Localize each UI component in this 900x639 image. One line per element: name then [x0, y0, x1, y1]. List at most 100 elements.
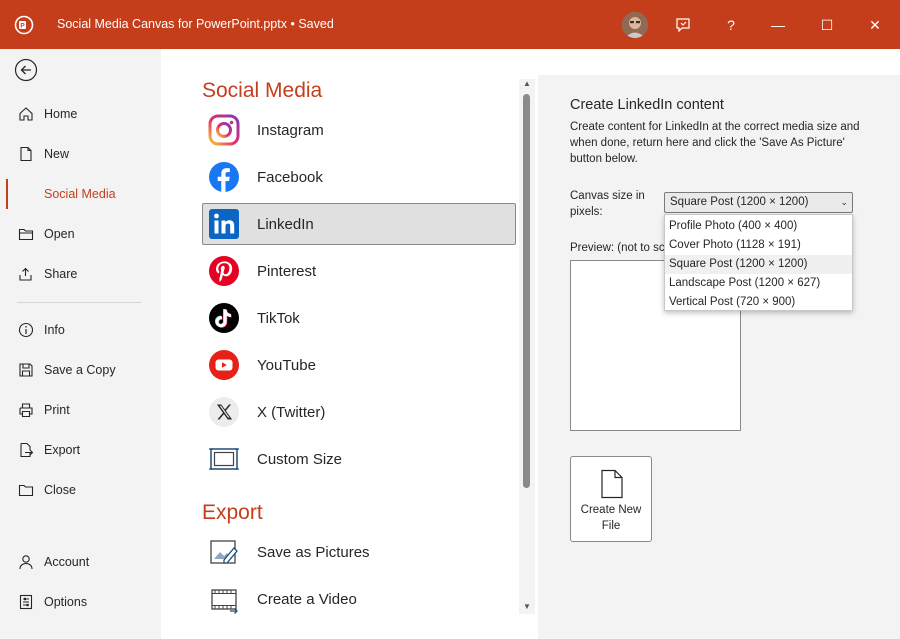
save-copy-icon [17, 361, 35, 379]
sidebar-item-label: Export [44, 443, 81, 457]
share-icon [17, 265, 35, 283]
sidebar-item-new[interactable]: New [0, 136, 161, 172]
sidebar-item-options[interactable]: Options [0, 584, 161, 620]
list-item-label: Custom Size [257, 450, 343, 468]
svg-text:P: P [20, 23, 25, 30]
powerpoint-logo-icon: P [14, 15, 34, 35]
export-heading: Export [202, 501, 263, 524]
list-item-label: TikTok [257, 309, 300, 327]
sidebar-item-label: Account [44, 555, 90, 569]
scrollbar-thumb[interactable] [523, 94, 530, 488]
minimize-button[interactable]: — [763, 10, 793, 40]
create-new-file-button[interactable]: Create New File [570, 456, 652, 542]
list-item-label: X (Twitter) [257, 403, 326, 421]
sidebar-item-label: Save a Copy [44, 363, 116, 377]
tiktok-icon [208, 302, 240, 334]
scroll-up-arrow-icon[interactable]: ▲ [521, 79, 533, 89]
list-item-tiktok[interactable]: TikTok [202, 297, 516, 339]
scroll-down-arrow-icon[interactable]: ▼ [521, 602, 533, 612]
avatar-photo-icon [622, 12, 648, 38]
dropdown-option[interactable]: Vertical Post (720 × 900) [665, 293, 852, 312]
sidebar-divider [17, 302, 141, 303]
title-bar: P Social Media Canvas for PowerPoint.ppt… [0, 0, 900, 49]
list-item-label: Save as Pictures [257, 543, 370, 561]
close-button[interactable]: ✕ [860, 10, 890, 40]
custom-size-icon [208, 443, 240, 475]
sidebar-item-home[interactable]: Home [0, 96, 161, 132]
new-doc-icon [17, 145, 35, 163]
social-media-heading: Social Media [202, 79, 323, 102]
sidebar-item-label: Close [44, 483, 76, 497]
sidebar-item-label: Home [44, 107, 78, 121]
sidebar-item-info[interactable]: Info [0, 312, 161, 348]
new-file-icon [601, 469, 623, 499]
print-icon [17, 401, 35, 419]
list-item-custom-size[interactable]: Custom Size [202, 438, 516, 480]
save-status: Saved [298, 17, 334, 31]
sidebar-item-label: Info [44, 323, 65, 337]
dropdown-option[interactable]: Profile Photo (400 × 400) [665, 217, 852, 236]
canvas-size-select[interactable]: Square Post (1200 × 1200) ⌄ [664, 192, 853, 213]
dropdown-option[interactable]: Cover Photo (1128 × 191) [665, 236, 852, 255]
info-icon [17, 321, 35, 339]
avatar[interactable] [622, 12, 648, 38]
sidebar-item-print[interactable]: Print [0, 392, 161, 428]
list-item-linkedin[interactable]: LinkedIn [202, 203, 516, 245]
folder-icon [17, 225, 35, 243]
list-item-pinterest[interactable]: Pinterest [202, 250, 516, 292]
instagram-icon [208, 114, 240, 146]
title-separator: • [290, 17, 295, 31]
maximize-button[interactable]: ☐ [812, 10, 842, 40]
dropdown-option-selected[interactable]: Square Post (1200 × 1200) [665, 255, 852, 274]
sidebar-item-account[interactable]: Account [0, 544, 161, 580]
canvas-size-label: Canvas size in pixels: [570, 190, 645, 218]
pinterest-icon [208, 255, 240, 287]
sidebar-item-close[interactable]: Close [0, 472, 161, 508]
detail-pane: Create LinkedIn content Create content f… [538, 75, 900, 639]
list-item-youtube[interactable]: YouTube [202, 344, 516, 386]
list-item-save-as-pictures[interactable]: Save as Pictures [202, 531, 516, 573]
video-icon [208, 583, 240, 615]
back-arrow-icon[interactable] [14, 58, 38, 82]
sidebar-item-save-a-copy[interactable]: Save a Copy [0, 352, 161, 388]
backstage-sidebar: Home New Social Media Open Share Info Sa… [0, 49, 161, 639]
list-item-instagram[interactable]: Instagram [202, 109, 516, 151]
list-item-facebook[interactable]: Facebook [202, 156, 516, 198]
sidebar-item-label: Social Media [44, 187, 116, 201]
sidebar-item-export[interactable]: Export [0, 432, 161, 468]
sidebar-item-label: New [44, 147, 70, 161]
comments-icon[interactable] [668, 10, 698, 40]
x-icon [208, 396, 240, 428]
sidebar-item-label: Share [44, 267, 78, 281]
canvas-size-value: Square Post (1200 × 1200) [670, 196, 809, 208]
sidebar-item-label: Options [44, 595, 88, 609]
detail-heading: Create LinkedIn content [570, 97, 724, 113]
preview-label: Preview: (not to sc [570, 242, 665, 254]
sidebar-item-label: Open [44, 227, 75, 241]
help-icon[interactable]: ? [716, 10, 746, 40]
sidebar-item-share[interactable]: Share [0, 256, 161, 292]
list-item-x-twitter[interactable]: X (Twitter) [202, 391, 516, 433]
dropdown-option[interactable]: Landscape Post (1200 × 627) [665, 274, 852, 293]
sidebar-item-label: Print [44, 403, 70, 417]
export-icon [17, 441, 35, 459]
document-name: Social Media Canvas for PowerPoint.pptx [57, 17, 287, 31]
list-item-label: Create a Video [257, 590, 357, 608]
detail-description: Create content for LinkedIn at the corre… [570, 121, 860, 165]
list-item-label: Facebook [257, 168, 323, 186]
canvas-size-dropdown: Profile Photo (400 × 400) Cover Photo (1… [664, 214, 853, 311]
list-item-label: LinkedIn [257, 215, 314, 233]
template-list-pane: Social Media Instagram Facebook LinkedIn… [161, 49, 536, 639]
sidebar-item-social-media[interactable]: Social Media [0, 176, 161, 212]
sidebar-item-open[interactable]: Open [0, 216, 161, 252]
list-item-label: YouTube [257, 356, 316, 374]
chevron-down-icon: ⌄ [840, 197, 848, 207]
folder-close-icon [17, 481, 35, 499]
create-new-file-label: Create New File [580, 504, 642, 532]
linkedin-icon [208, 208, 240, 240]
list-item-label: Instagram [257, 121, 324, 139]
window-title: Social Media Canvas for PowerPoint.pptx … [57, 17, 334, 31]
save-pictures-icon [208, 536, 240, 568]
list-item-create-a-video[interactable]: Create a Video [202, 578, 516, 620]
home-icon [17, 105, 35, 123]
